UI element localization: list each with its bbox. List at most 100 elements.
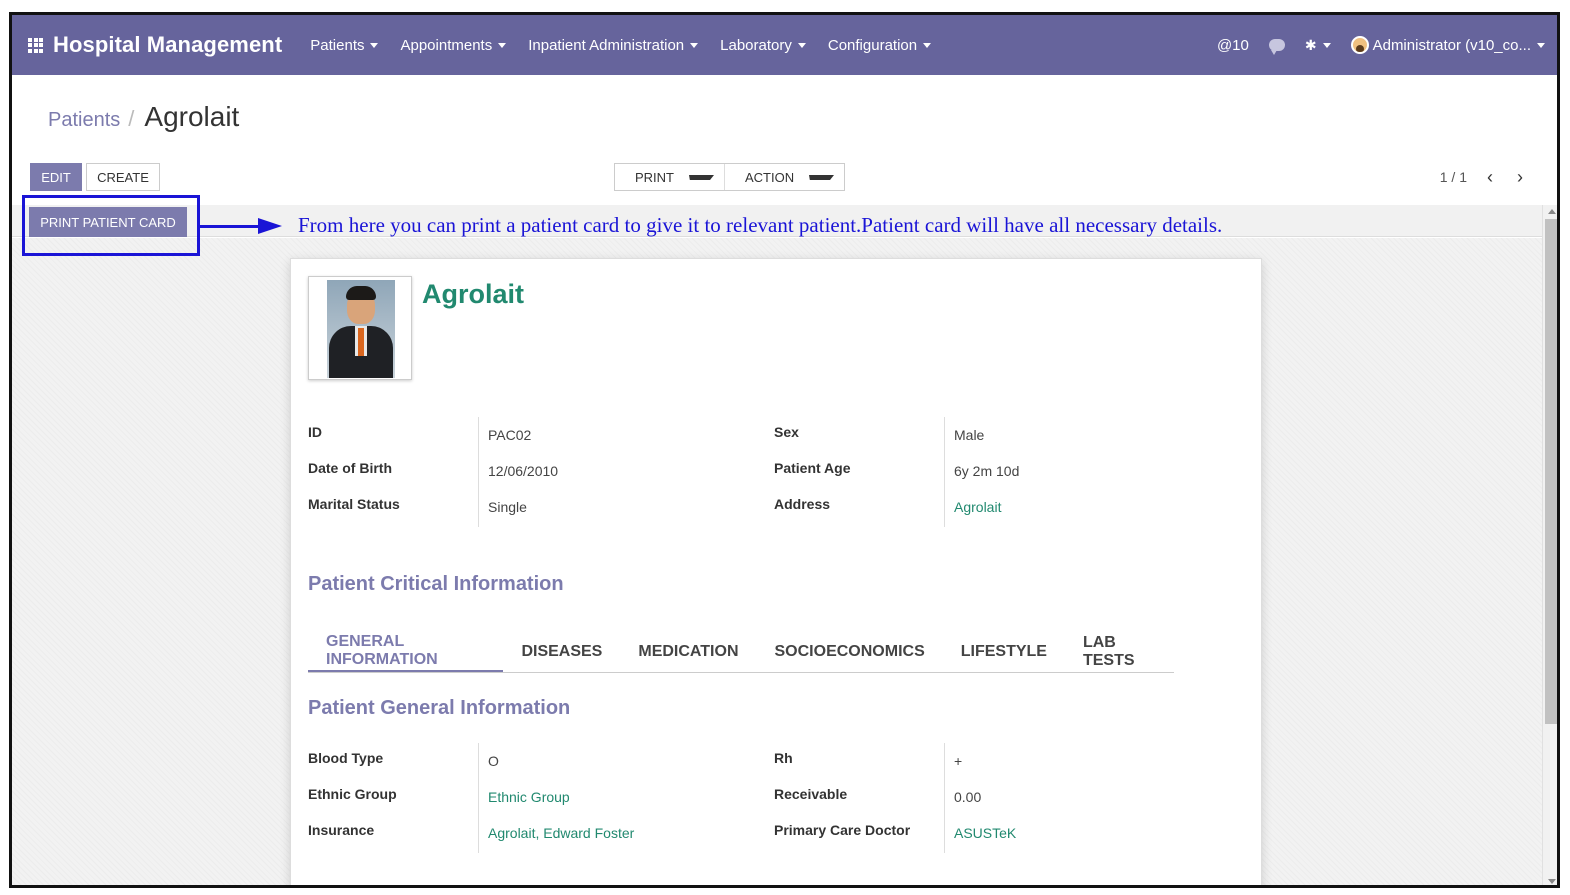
caret-down-icon	[690, 42, 699, 48]
caret-down-icon	[498, 42, 507, 48]
main-menu: Patients Appointments Inpatient Administ…	[310, 37, 953, 54]
annotation-arrow	[200, 225, 260, 228]
menu-laboratory[interactable]: Laboratory	[720, 37, 806, 54]
patient-info-fields: ID PAC02 Sex Male Date of Birth 12/06/20…	[308, 417, 1188, 527]
breadcrumb: Patients / Agrolait	[48, 101, 239, 133]
caret-down-icon	[370, 42, 379, 48]
insurance-label: Insurance	[308, 822, 375, 838]
tab-diseases[interactable]: DISEASES	[503, 631, 620, 672]
form-view-background: Agrolait ID PAC02 Sex Male Date of Birth…	[12, 238, 1542, 885]
messaging-button[interactable]	[1268, 39, 1285, 55]
marital-value: Single	[488, 499, 527, 515]
patient-name: Agrolait	[422, 279, 525, 309]
pager-previous-button[interactable]: ‹	[1475, 163, 1505, 191]
navbar-systray: @10 ✱ Administrator (v10_co...	[1197, 15, 1545, 75]
patient-photo[interactable]	[308, 276, 412, 380]
tab-lab-tests[interactable]: LAB TESTS	[1065, 631, 1174, 672]
row-marital-address: Marital Status Single Address Agrolait	[308, 489, 1188, 525]
dob-label: Date of Birth	[308, 460, 392, 476]
menu-patients[interactable]: Patients	[310, 36, 379, 54]
rh-value: +	[954, 753, 963, 769]
app-window: Hospital Management Patients Appointment…	[9, 12, 1560, 888]
breadcrumb-separator: /	[128, 106, 135, 131]
breadcrumb-patients[interactable]: Patients	[48, 109, 120, 132]
receivable-value: 0.00	[954, 789, 982, 805]
scroll-up-icon[interactable]	[1548, 209, 1556, 214]
bug-icon: ✱	[1304, 36, 1317, 53]
annotation-text: From here you can print a patient card t…	[298, 213, 1223, 237]
photo-image	[327, 280, 395, 378]
marital-label: Marital Status	[308, 496, 400, 512]
caret-down-icon	[923, 42, 932, 48]
app-brand-label: Hospital Management	[53, 32, 283, 57]
dob-value: 12/06/2010	[488, 463, 559, 479]
ethnic-group-link[interactable]: Ethnic Group	[488, 789, 570, 805]
address-label: Address	[774, 496, 831, 512]
general-info-title: Patient General Information	[308, 697, 571, 719]
print-label: PRINT	[635, 169, 674, 185]
blood-type-label: Blood Type	[308, 750, 384, 766]
caret-down-icon	[797, 42, 806, 48]
caret-down-icon	[1537, 42, 1545, 48]
tab-medication[interactable]: MEDICATION	[620, 631, 756, 672]
rh-label: Rh	[774, 750, 793, 766]
sex-value: Male	[954, 427, 985, 443]
page-title: Agrolait	[144, 101, 240, 132]
menu-inpatient-label: Inpatient Administration	[528, 36, 685, 54]
row-dob-age: Date of Birth 12/06/2010 Patient Age 6y …	[308, 453, 1188, 489]
menu-laboratory-label: Laboratory	[720, 36, 792, 54]
row-blood-rh: Blood Type O Rh +	[308, 743, 1188, 779]
general-info-fields: Blood Type O Rh + Ethnic Group Ethnic Gr…	[308, 743, 1188, 853]
menu-configuration[interactable]: Configuration	[827, 36, 932, 54]
avatar	[1350, 36, 1369, 54]
menu-configuration-label: Configuration	[827, 36, 918, 54]
apps-grid-icon[interactable]	[28, 37, 43, 53]
notebook-tabs: GENERAL INFORMATION DISEASES MEDICATION …	[308, 631, 1174, 673]
caret-down-icon	[1322, 42, 1331, 48]
scroll-down-icon[interactable]	[1548, 879, 1556, 884]
blood-type-value: O	[488, 753, 499, 769]
arrow-right-icon	[258, 218, 282, 234]
mentions-counter[interactable]: @10	[1217, 37, 1249, 54]
scrollbar-thumb[interactable]	[1545, 219, 1557, 724]
pager-next-button[interactable]: ›	[1505, 163, 1535, 191]
ethnic-group-label: Ethnic Group	[308, 786, 397, 802]
app-brand[interactable]: Hospital Management	[28, 32, 282, 58]
user-name: Administrator (v10_co...	[1372, 36, 1531, 54]
tab-socioeconomics[interactable]: SOCIOECONOMICS	[757, 631, 943, 672]
action-dropdown[interactable]: ACTION	[724, 164, 844, 190]
address-link[interactable]: Agrolait	[954, 499, 1001, 515]
age-label: Patient Age	[774, 460, 851, 476]
create-button[interactable]: CREATE	[86, 163, 160, 191]
pager: 1 / 1 ‹ ›	[1440, 163, 1535, 191]
user-menu[interactable]: Administrator (v10_co...	[1350, 36, 1545, 54]
menu-appointments-label: Appointments	[400, 36, 493, 54]
sidebar-actions: PRINT ACTION	[614, 163, 846, 191]
caret-down-icon	[809, 174, 835, 180]
critical-info-title: Patient Critical Information	[308, 573, 564, 595]
menu-patients-label: Patients	[310, 36, 365, 54]
primary-doctor-label: Primary Care Doctor	[774, 822, 911, 838]
form-sheet: Agrolait ID PAC02 Sex Male Date of Birth…	[290, 258, 1262, 885]
top-navbar: Hospital Management Patients Appointment…	[12, 15, 1557, 75]
print-dropdown[interactable]: PRINT	[615, 164, 724, 190]
id-value: PAC02	[488, 427, 532, 443]
id-label: ID	[308, 424, 322, 440]
tab-lifestyle[interactable]: LIFESTYLE	[943, 631, 1065, 672]
scrollbar[interactable]	[1542, 205, 1557, 885]
pager-value[interactable]: 1 / 1	[1440, 169, 1467, 185]
edit-button[interactable]: EDIT	[30, 163, 82, 191]
debug-menu[interactable]: ✱	[1305, 37, 1331, 54]
caret-down-icon	[689, 174, 714, 180]
primary-doctor-link[interactable]: ASUSTeK	[954, 825, 1016, 841]
age-value: 6y 2m 10d	[954, 463, 1020, 479]
sex-label: Sex	[774, 424, 799, 440]
menu-appointments[interactable]: Appointments	[400, 36, 507, 54]
row-id-sex: ID PAC02 Sex Male	[308, 417, 1188, 453]
insurance-link[interactable]: Agrolait, Edward Foster	[488, 825, 634, 841]
row-insurance-doctor: Insurance Agrolait, Edward Foster Primar…	[308, 815, 1188, 851]
tab-general-information[interactable]: GENERAL INFORMATION	[308, 631, 504, 672]
receivable-label: Receivable	[774, 786, 848, 802]
menu-inpatient-administration[interactable]: Inpatient Administration	[528, 36, 699, 54]
action-label: ACTION	[745, 169, 795, 185]
